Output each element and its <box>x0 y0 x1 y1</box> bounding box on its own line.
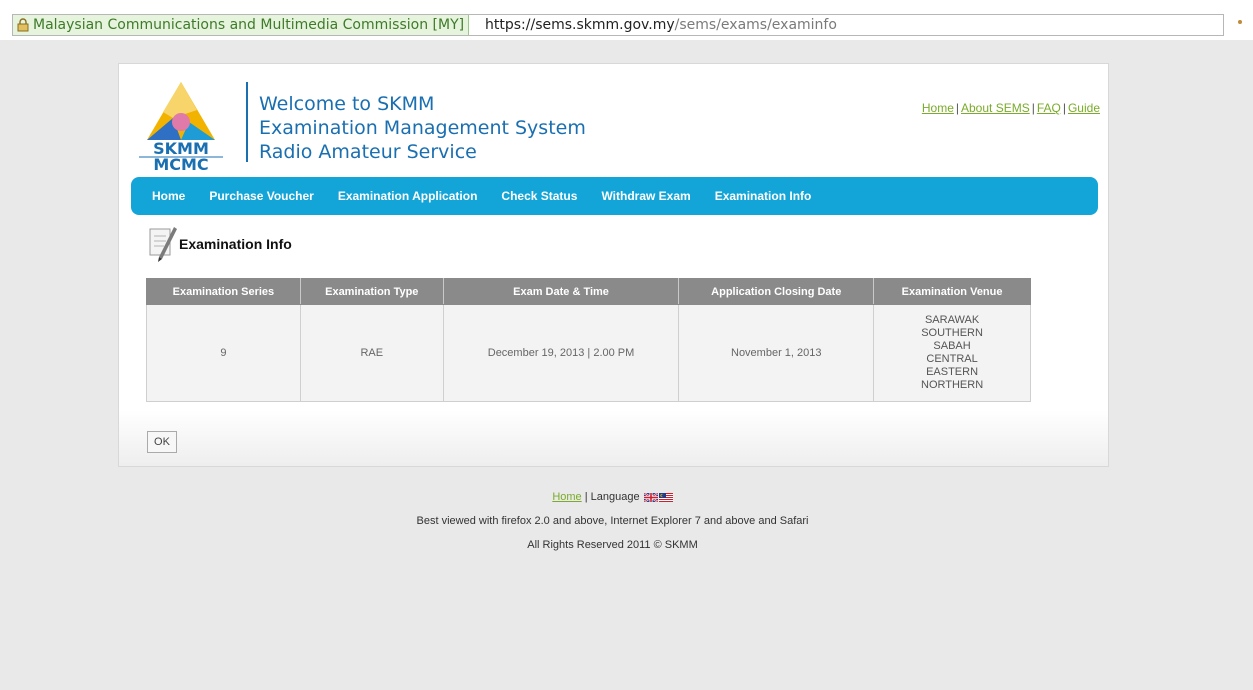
venue-item: SOUTHERN <box>921 327 983 339</box>
url-scheme: https:// <box>485 17 536 33</box>
language-label: Language <box>590 491 640 503</box>
url-text[interactable]: https://sems.skmm.gov.my/sems/exams/exam… <box>485 15 837 35</box>
exam-info-table: Examination Series Examination Type Exam… <box>146 278 1031 402</box>
copyright: All Rights Reserved 2011 © SKMM <box>527 539 698 551</box>
footer-separator: | <box>584 491 588 503</box>
logo-divider <box>246 82 248 162</box>
table-row: 9 RAE December 19, 2013 | 2.00 PM Novemb… <box>146 304 1031 402</box>
cell-type: RAE <box>299 304 444 402</box>
top-link-about-sems[interactable]: About SEMS <box>961 101 1030 115</box>
url-path: /sems/exams/examinfo <box>674 17 837 33</box>
nav-item-home[interactable]: Home <box>152 177 185 215</box>
nav-item-examination-application[interactable]: Examination Application <box>338 177 478 215</box>
cell-closing-date: November 1, 2013 <box>678 304 875 402</box>
table-header-row: Examination Series Examination Type Exam… <box>146 278 1031 305</box>
main-nav: Home Purchase Voucher Examination Applic… <box>131 177 1098 215</box>
column-header-series: Examination Series <box>146 278 301 305</box>
venue-list: SARAWAK SOUTHERN SABAH CENTRAL EASTERN N… <box>874 314 1030 392</box>
cell-date-time: December 19, 2013 | 2.00 PM <box>442 304 680 402</box>
malaysia-flag-icon[interactable] <box>658 492 673 502</box>
url-host: sems.skmm.gov.my <box>535 17 675 33</box>
site-identity-label: Malaysian Communications and Multimedia … <box>33 17 465 33</box>
top-link-guide[interactable]: Guide <box>1068 101 1100 115</box>
top-link-faq[interactable]: FAQ <box>1037 101 1061 115</box>
section-title: Examination Info <box>179 236 292 252</box>
top-link-home[interactable]: Home <box>922 101 954 115</box>
lock-icon <box>17 18 29 32</box>
cell-series: 9 <box>146 304 301 402</box>
welcome-line-1: Welcome to SKMM <box>259 93 435 115</box>
main-panel: SKMM MCMC Welcome to SKMM Examination Ma… <box>118 63 1109 467</box>
venue-item: SABAH <box>933 340 971 352</box>
uk-flag-icon[interactable] <box>643 492 658 502</box>
venue-item: EASTERN <box>926 366 979 378</box>
footer-nav-row: Home | Language <box>118 487 1107 507</box>
status-dot <box>1238 20 1242 24</box>
column-header-type: Examination Type <box>299 278 444 305</box>
document-pen-icon <box>149 227 177 262</box>
cell-venue: SARAWAK SOUTHERN SABAH CENTRAL EASTERN N… <box>873 304 1031 402</box>
welcome-line-3: Radio Amateur Service <box>259 141 477 163</box>
nav-item-check-status[interactable]: Check Status <box>501 177 577 215</box>
ok-button[interactable]: OK <box>147 431 177 453</box>
nav-item-withdraw-exam[interactable]: Withdraw Exam <box>601 177 690 215</box>
venue-item: CENTRAL <box>926 353 978 365</box>
logo-text-bottom: MCMC <box>153 155 208 170</box>
footer: Home | Language Best viewed with firefox… <box>118 487 1107 555</box>
nav-item-purchase-voucher[interactable]: Purchase Voucher <box>209 177 313 215</box>
venue-item: SARAWAK <box>924 314 980 326</box>
url-field[interactable]: Malaysian Communications and Multimedia … <box>12 14 1224 36</box>
venue-item: NORTHERN <box>921 379 984 391</box>
welcome-heading: Welcome to SKMM Examination Management S… <box>259 92 586 164</box>
column-header-closing-date: Application Closing Date <box>678 278 875 305</box>
top-link-separator: | <box>955 101 959 115</box>
browser-note: Best viewed with firefox 2.0 and above, … <box>416 515 809 527</box>
welcome-line-2: Examination Management System <box>259 117 586 139</box>
site-identity-button[interactable]: Malaysian Communications and Multimedia … <box>13 15 470 35</box>
top-link-separator: | <box>1031 101 1035 115</box>
top-link-separator: | <box>1062 101 1066 115</box>
skmm-logo[interactable]: SKMM MCMC <box>133 78 229 170</box>
footer-link-home[interactable]: Home <box>552 491 581 503</box>
top-links: Home | About SEMS | FAQ | Guide <box>922 101 1100 115</box>
column-header-date-time: Exam Date & Time <box>442 278 680 305</box>
nav-item-examination-info[interactable]: Examination Info <box>715 177 812 215</box>
column-header-venue: Examination Venue <box>873 278 1031 305</box>
browser-address-bar: Malaysian Communications and Multimedia … <box>0 0 1253 40</box>
